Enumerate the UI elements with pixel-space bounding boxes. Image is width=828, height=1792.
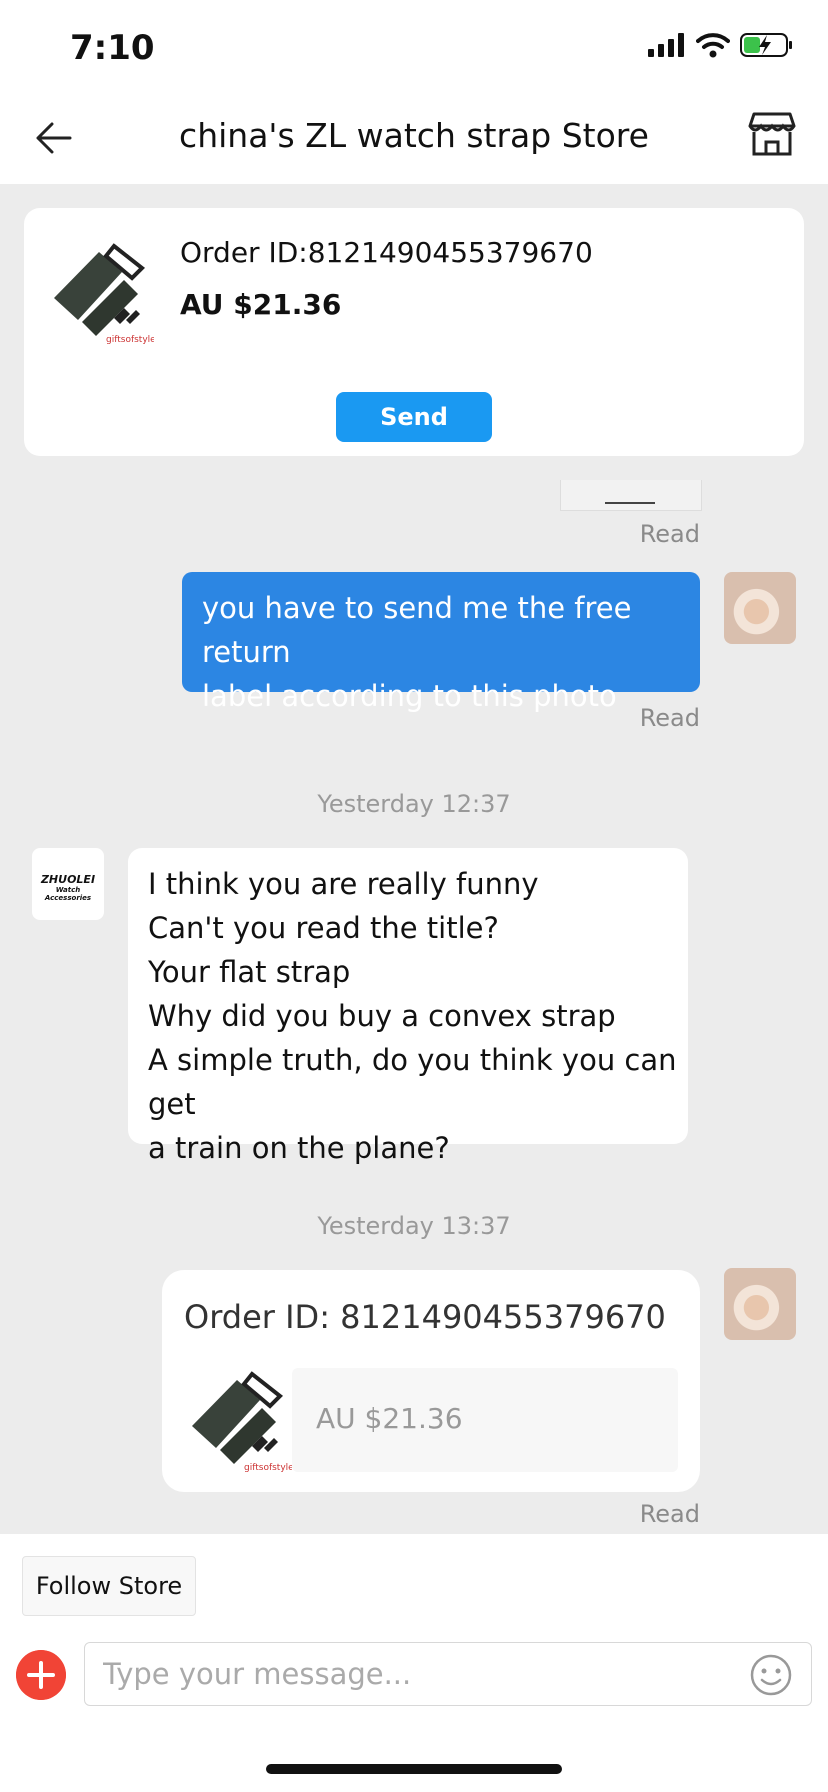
status-bar: 7:10: [0, 0, 828, 96]
svg-text:giftsofstyles: giftsofstyles: [244, 1463, 292, 1473]
shared-order-id: Order ID: 8121490455379670: [184, 1298, 666, 1336]
message-line: I think you are really funny: [148, 867, 539, 901]
signal-icon: [648, 33, 684, 57]
store-message-bubble[interactable]: I think you are really funny Can't you r…: [128, 848, 688, 1165]
store-icon[interactable]: [748, 110, 796, 158]
read-receipt: Read: [639, 704, 700, 732]
status-time: 7:10: [70, 28, 155, 68]
timestamp: Yesterday 13:37: [317, 1212, 511, 1240]
shared-order-price-box: AU $21.36: [292, 1368, 678, 1472]
svg-text:giftsofstyles: giftsofstyles: [106, 335, 154, 345]
home-indicator: [266, 1764, 562, 1774]
nav-header: china's ZL watch strap Store: [0, 96, 828, 184]
timestamp: Yesterday 12:37: [317, 790, 511, 818]
shared-image-preview[interactable]: [560, 480, 702, 511]
composer-footer: Follow Store: [0, 1534, 828, 1792]
wifi-icon: [696, 33, 730, 58]
message-line: label according to this photo: [202, 679, 617, 713]
watch-strap-image: giftsofstyles: [54, 243, 154, 345]
order-card: giftsofstyles Order ID:8121490455379670 …: [24, 208, 804, 456]
message-input[interactable]: [85, 1643, 705, 1705]
follow-store-button[interactable]: Follow Store: [22, 1556, 196, 1616]
order-card-area: giftsofstyles Order ID:8121490455379670 …: [0, 184, 828, 480]
battery-charging-icon: [740, 33, 792, 57]
user-avatar[interactable]: [724, 1268, 796, 1340]
user-avatar[interactable]: [724, 572, 796, 644]
emoji-icon[interactable]: [749, 1653, 793, 1697]
shared-order-card[interactable]: Order ID: 8121490455379670 giftsofstyles…: [162, 1270, 700, 1492]
message-line: Your flat strap: [148, 955, 351, 989]
message-line: Can't you read the title?: [148, 911, 499, 945]
user-message-bubble[interactable]: you have to send me the free return labe…: [182, 572, 700, 713]
shared-order-price: AU $21.36: [316, 1402, 463, 1435]
read-receipt: Read: [639, 1500, 700, 1528]
message-line: a train on the plane?: [148, 1131, 450, 1165]
order-price: AU $21.36: [180, 288, 342, 321]
store-logo[interactable]: ZHUOLEI Watch Accessories: [32, 848, 104, 920]
watch-strap-image: giftsofstyles: [192, 1371, 292, 1473]
message-line: A simple truth, do you think you can get: [148, 1043, 677, 1121]
message-input-box[interactable]: [84, 1642, 812, 1706]
order-id: Order ID:8121490455379670: [180, 236, 593, 269]
read-receipt: Read: [639, 520, 700, 548]
status-icons: [648, 32, 794, 58]
message-line: Why did you buy a convex strap: [148, 999, 616, 1033]
send-order-button[interactable]: Send: [336, 392, 492, 442]
add-attachment-icon[interactable]: [16, 1650, 66, 1700]
store-title: china's ZL watch strap Store: [179, 116, 649, 155]
message-line: you have to send me the free return: [202, 591, 632, 669]
